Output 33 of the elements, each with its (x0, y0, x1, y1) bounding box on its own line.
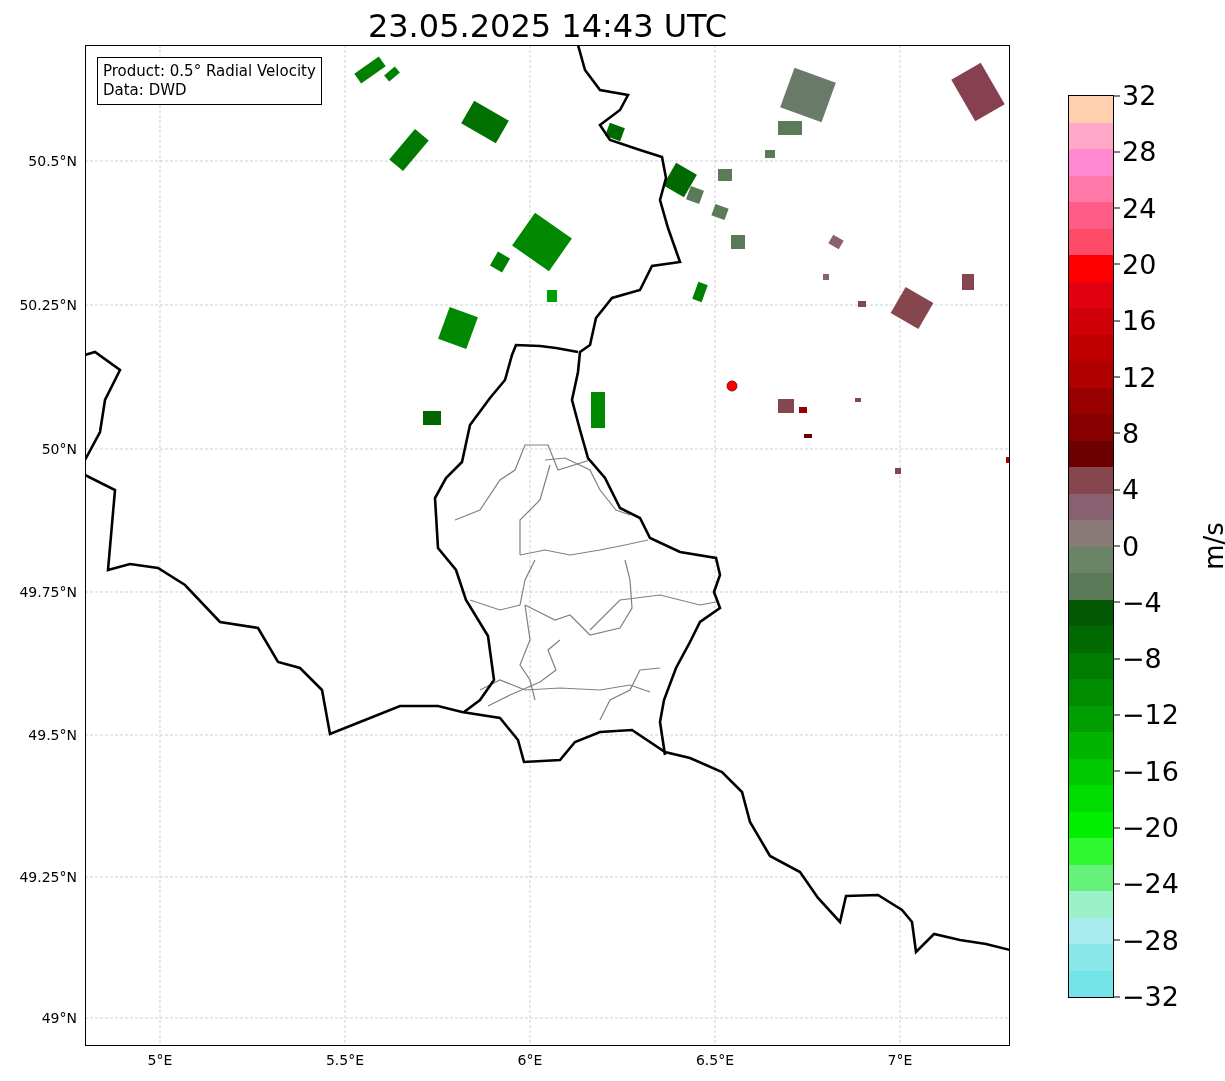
latitude-label: 49.75°N (19, 584, 77, 600)
colorbar-tick-label: −8 (1114, 642, 1162, 674)
legend-text: Data: DWD (103, 81, 188, 100)
longitude-label: 7°E (887, 1052, 913, 1068)
colorbar-unit-label: m/s (1198, 521, 1225, 570)
colorbar-tick-label: −32 (1114, 980, 1179, 1012)
chart-title: 23.05.2025 14:43 UTC (366, 6, 729, 45)
latitude-label: 49.5°N (28, 727, 77, 743)
colorbar-tick-label: −12 (1114, 698, 1179, 730)
longitude-label: 6°E (517, 1052, 543, 1068)
colorbar-tick-label: 24 (1114, 192, 1157, 224)
colorbar-tick-label: 20 (1114, 248, 1157, 280)
colorbar-tick-label: 12 (1114, 361, 1157, 393)
latitude-label: 50°N (41, 441, 77, 457)
colorbar-tick-label: −16 (1114, 755, 1179, 787)
colorbar-tick-label: 32 (1114, 79, 1157, 111)
longitude-label: 6.5°E (695, 1052, 735, 1068)
colorbar-tick-label: 4 (1114, 473, 1140, 505)
colorbar-tick-label: 16 (1114, 304, 1157, 336)
colorbar-tick-label: −20 (1114, 811, 1179, 843)
colorbar-tick-label: −24 (1114, 867, 1179, 899)
colorbar-tick-label: 0 (1114, 530, 1140, 561)
longitude-label: 5°E (147, 1052, 173, 1068)
colorbar-tick-label: −28 (1114, 924, 1179, 956)
latitude-label: 49°N (41, 1010, 77, 1026)
longitude-label: 5.5°E (325, 1052, 365, 1068)
latitude-label: 49.25°N (19, 869, 77, 885)
legend-text: Product: 0.5° Radial Velocity (103, 62, 316, 81)
colorbar-tick-label: 8 (1114, 417, 1140, 449)
colorbar-tick-label: −4 (1114, 586, 1162, 618)
colorbar-tick-label: 28 (1114, 135, 1157, 167)
latitude-label: 50.5°N (28, 153, 77, 169)
latitude-label: 50.25°N (19, 297, 77, 313)
